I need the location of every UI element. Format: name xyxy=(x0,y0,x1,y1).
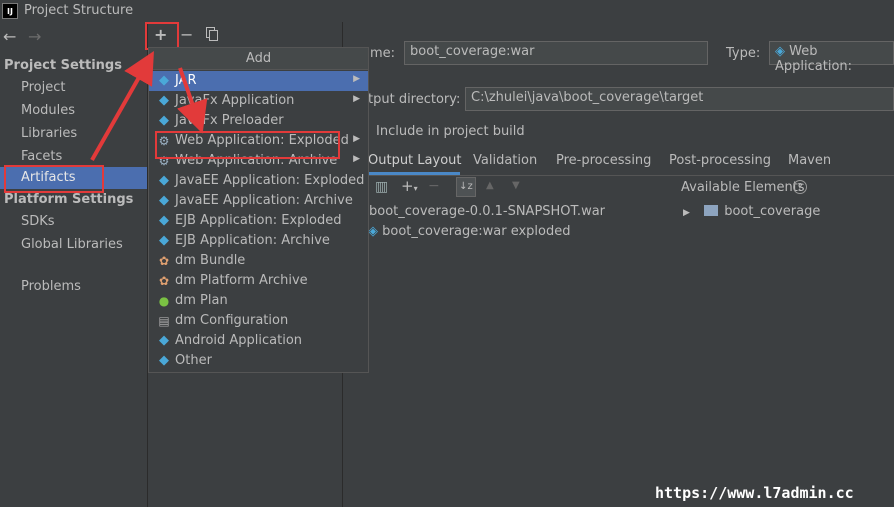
watermark: https://www.l7admin.cc xyxy=(655,484,854,502)
annotation-arrows xyxy=(90,51,208,161)
arrow-to-web-exploded xyxy=(177,67,208,134)
arrow-to-add-button xyxy=(90,51,154,161)
